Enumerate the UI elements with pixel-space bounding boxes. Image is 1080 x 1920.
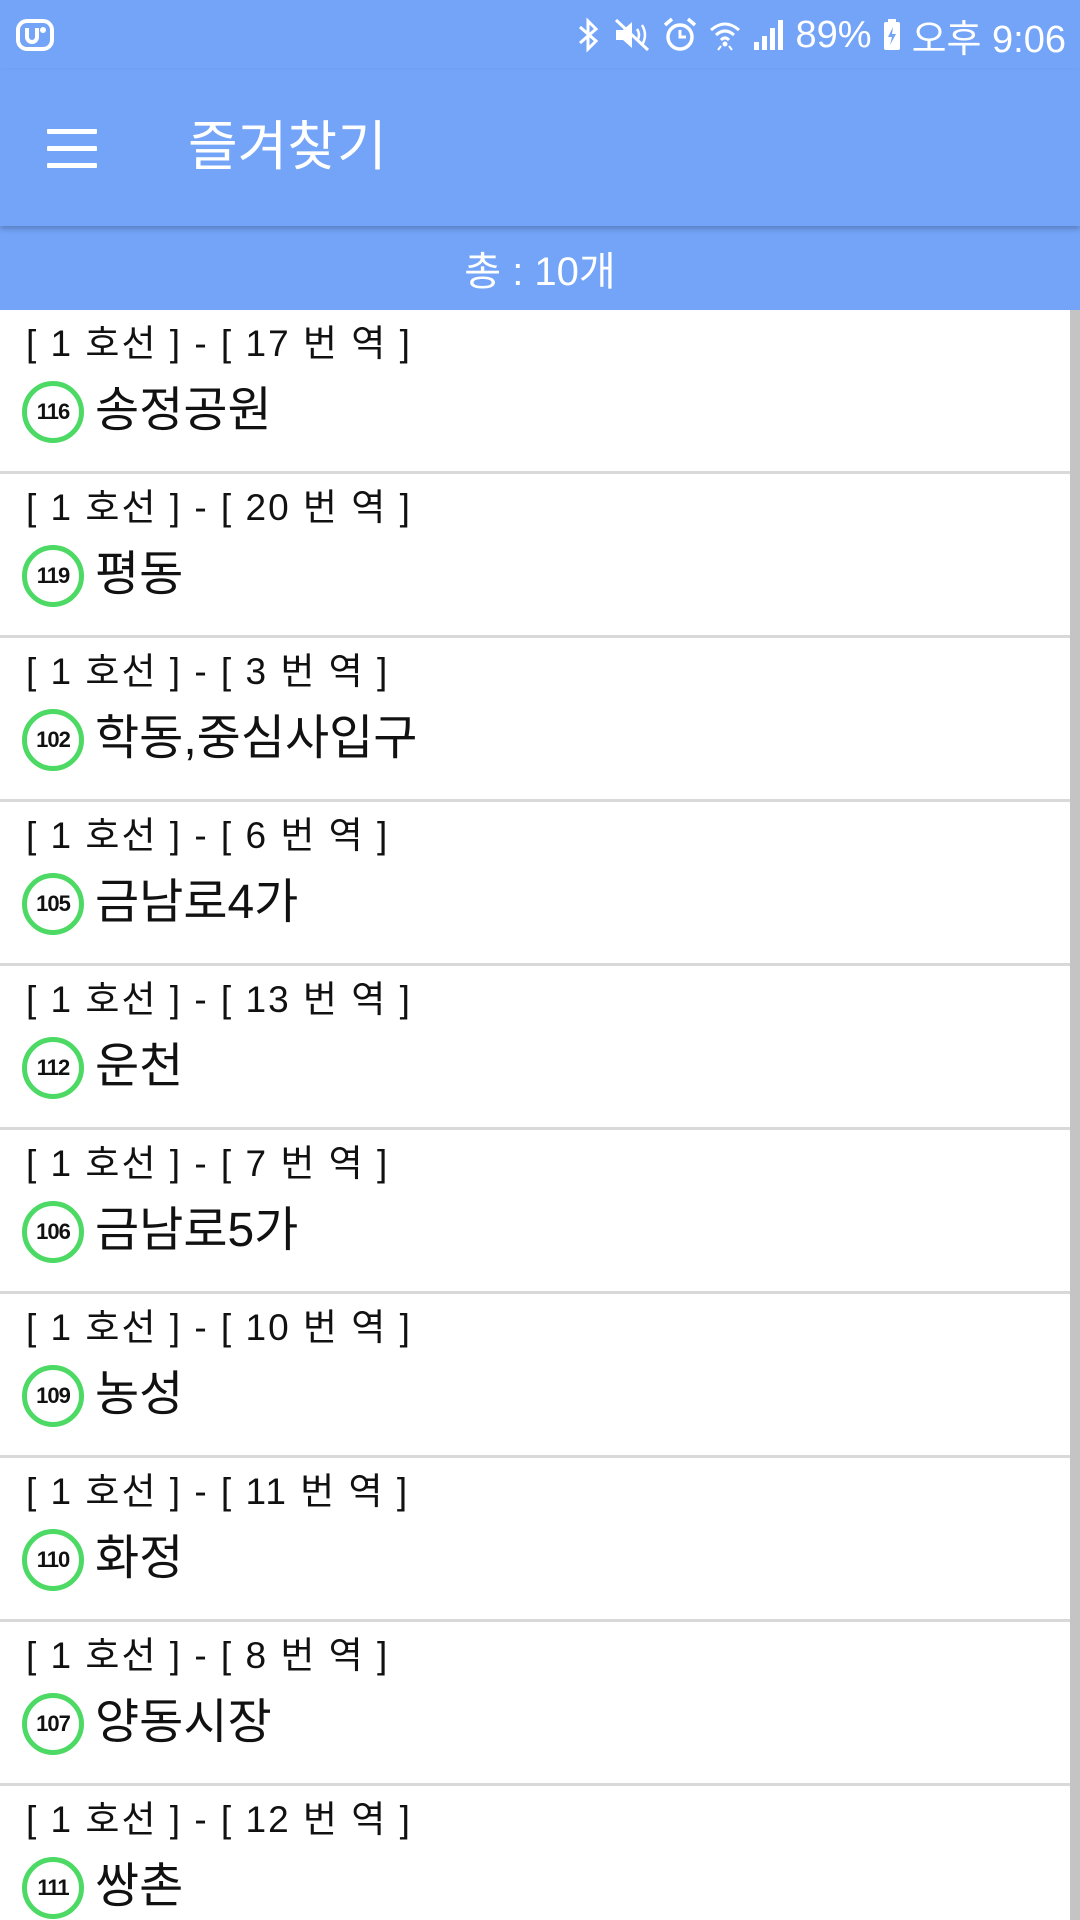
line-station-label: [ 1 호선 ] - [ 13 번 역 ] xyxy=(26,979,412,1020)
wifi-icon xyxy=(709,22,740,51)
station-name: 농성 xyxy=(95,1368,184,1421)
line-station-label: [ 1 호선 ] - [ 8 번 역 ] xyxy=(26,1635,390,1676)
menu-bar-line xyxy=(47,128,97,134)
list-scrollbar[interactable] xyxy=(1070,310,1080,1920)
station-code-badge: 102 xyxy=(22,709,84,771)
station-name: 금남로4가 xyxy=(95,876,299,929)
station-name: 송정공원 xyxy=(95,384,272,437)
list-item[interactable]: [ 1 호선 ] - [ 17 번 역 ] 116 송정공원 xyxy=(0,310,1070,474)
list-item[interactable]: [ 1 호선 ] - [ 7 번 역 ] 106 금남로5가 xyxy=(0,1130,1070,1294)
line-station-label: [ 1 호선 ] - [ 10 번 역 ] xyxy=(26,1307,412,1348)
mute-icon xyxy=(614,18,649,52)
favorites-count: 총 : 10개 xyxy=(0,226,1080,310)
line-station-label: [ 1 호선 ] - [ 3 번 역 ] xyxy=(26,651,390,692)
line-station-label: [ 1 호선 ] - [ 11 번 역 ] xyxy=(26,1471,410,1512)
list-item[interactable]: [ 1 호선 ] - [ 11 번 역 ] 110 화정 xyxy=(0,1458,1070,1622)
station-name: 화정 xyxy=(95,1532,184,1585)
list-item[interactable]: [ 1 호선 ] - [ 13 번 역 ] 112 운천 xyxy=(0,966,1070,1130)
station-code-badge: 111 xyxy=(22,1857,84,1919)
list-item[interactable]: [ 1 호선 ] - [ 8 번 역 ] 107 양동시장 xyxy=(0,1622,1070,1786)
status-bar: 89% 오후 9:06 xyxy=(0,0,1080,70)
battery-charging-icon xyxy=(883,19,900,50)
alarm-icon xyxy=(663,17,696,51)
signal-icon xyxy=(753,20,783,50)
list-item[interactable]: [ 1 호선 ] - [ 10 번 역 ] 109 농성 xyxy=(0,1294,1070,1458)
station-name: 금남로5가 xyxy=(95,1204,299,1257)
status-icons: 89% 오후 9:06 xyxy=(576,0,1066,70)
favorites-list: [ 1 호선 ] - [ 17 번 역 ] 116 송정공원 [ 1 호선 ] … xyxy=(0,310,1080,1920)
station-code-badge: 119 xyxy=(22,545,84,607)
list-item[interactable]: [ 1 호선 ] - [ 3 번 역 ] 102 학동,중심사입구 xyxy=(0,638,1070,802)
station-name: 쌍촌 xyxy=(95,1860,184,1913)
hamburger-menu-icon[interactable] xyxy=(30,108,114,188)
status-time: 오후 9:06 xyxy=(911,18,1066,61)
line-station-label: [ 1 호선 ] - [ 17 번 역 ] xyxy=(26,323,412,364)
line-station-label: [ 1 호선 ] - [ 12 번 역 ] xyxy=(26,1799,412,1840)
list-item[interactable]: [ 1 호선 ] - [ 6 번 역 ] 105 금남로4가 xyxy=(0,802,1070,966)
station-code-badge: 116 xyxy=(22,381,84,443)
page-title: 즐겨찾기 xyxy=(188,117,387,177)
battery-percent: 89% xyxy=(795,13,872,56)
station-code-badge: 106 xyxy=(22,1201,84,1263)
station-name: 평동 xyxy=(95,548,184,601)
station-code-badge: 112 xyxy=(22,1037,84,1099)
list-item[interactable]: [ 1 호선 ] - [ 12 번 역 ] 111 쌍촌 xyxy=(0,1786,1070,1920)
list-item[interactable]: [ 1 호선 ] - [ 20 번 역 ] 119 평동 xyxy=(0,474,1070,638)
station-code-badge: 105 xyxy=(22,873,84,935)
station-code-badge: 110 xyxy=(22,1529,84,1591)
station-name: 운천 xyxy=(95,1040,184,1093)
bluetooth-icon xyxy=(578,17,598,53)
station-name: 양동시장 xyxy=(95,1696,272,1749)
u-plus-icon xyxy=(16,19,54,51)
app-bar: 즐겨찾기 xyxy=(0,70,1080,226)
line-station-label: [ 1 호선 ] - [ 7 번 역 ] xyxy=(26,1143,390,1184)
station-code-badge: 107 xyxy=(22,1693,84,1755)
station-code-badge: 109 xyxy=(22,1365,84,1427)
station-name: 학동,중심사입구 xyxy=(95,712,418,765)
line-station-label: [ 1 호선 ] - [ 6 번 역 ] xyxy=(26,815,390,856)
menu-bar-line xyxy=(47,162,97,168)
menu-bar-line xyxy=(47,145,97,151)
line-station-label: [ 1 호선 ] - [ 20 번 역 ] xyxy=(26,487,412,528)
